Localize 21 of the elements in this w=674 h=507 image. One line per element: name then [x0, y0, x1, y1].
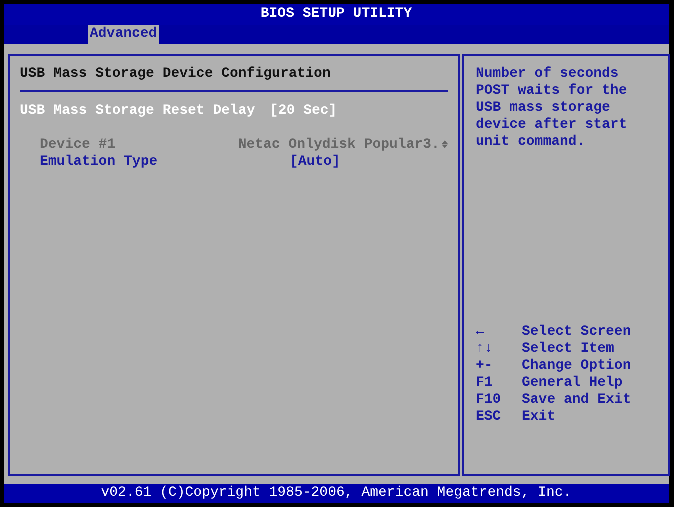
key-action: General Help — [522, 375, 623, 392]
copyright-text: v02.61 (C)Copyright 1985-2006, American Megatrends, Inc. — [101, 485, 572, 501]
key-label: ↑↓ — [476, 341, 494, 358]
device-name: Netac Onlydisk Popular3. — [238, 137, 440, 154]
key-action: Change Option — [522, 358, 632, 375]
menu-tab[interactable]: Advanced — [88, 25, 160, 44]
key-action: Exit — [522, 409, 556, 426]
key-label: F1 — [476, 375, 494, 392]
key-action: Select Screen — [522, 324, 632, 341]
key-label: +- — [476, 358, 494, 375]
window-title: BIOS SETUP UTILITY — [260, 6, 412, 22]
device-label: Device #1 — [39, 137, 117, 154]
setting-label[interactable]: Emulation Type — [20, 154, 270, 171]
section-title: USB Mass Storage Device Configuration — [20, 66, 332, 83]
key-label: F10 — [476, 392, 502, 409]
key-action: Save and Exit — [522, 392, 632, 409]
help-text: Number of seconds POST waits for the USB mass storage device after start unit command. — [476, 66, 628, 151]
key-action: Select Item — [522, 341, 614, 358]
key-label: ← — [476, 324, 486, 341]
setting-value[interactable]: [Auto] — [270, 154, 340, 171]
key-label: ESC — [476, 409, 502, 426]
